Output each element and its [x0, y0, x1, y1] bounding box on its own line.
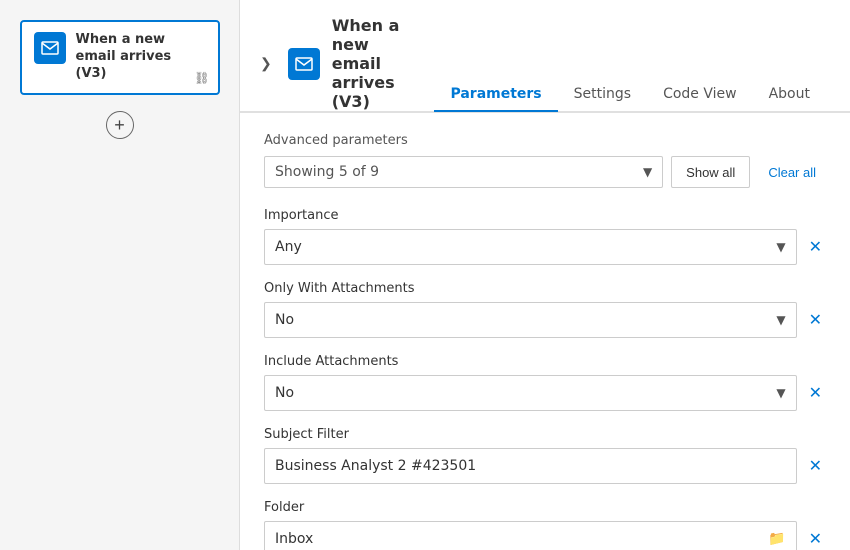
include-attachments-remove-button[interactable]: ✕: [805, 379, 826, 407]
subject-filter-label: Subject Filter: [264, 427, 826, 442]
importance-group: Importance Any ▼ ✕: [264, 208, 826, 265]
link-icon: ⛓: [194, 71, 209, 85]
panel-content: Advanced parameters Showing 5 of 9 ▼ Sho…: [240, 113, 850, 550]
chevron-down-icon: ▼: [643, 165, 652, 179]
showing-text: Showing 5 of 9: [275, 164, 379, 180]
folder-browse-icon: 📁: [768, 531, 785, 547]
folder-group: Folder Inbox 📁 ✕: [264, 500, 826, 550]
expand-button[interactable]: ❯: [256, 51, 276, 76]
show-all-button[interactable]: Show all: [671, 156, 750, 188]
subject-filter-input[interactable]: Business Analyst 2 #423501: [264, 448, 797, 484]
only-with-attachments-group: Only With Attachments No ▼ ✕: [264, 281, 826, 338]
only-with-attachments-row: No ▼ ✕: [264, 302, 826, 338]
subject-filter-group: Subject Filter Business Analyst 2 #42350…: [264, 427, 826, 484]
clear-all-button[interactable]: Clear all: [758, 156, 826, 188]
chevron-right-icon: ❯: [260, 55, 272, 72]
folder-value: Inbox: [275, 531, 313, 547]
tab-settings[interactable]: Settings: [558, 78, 647, 112]
only-with-attachments-value: No: [275, 312, 294, 328]
panel-header: ❯ When a new email arrives (V3) Paramete…: [240, 0, 850, 112]
only-with-attachments-label: Only With Attachments: [264, 281, 826, 296]
sidebar: When a new email arrives (V3) ⛓ +: [0, 0, 240, 550]
chevron-down-icon: ▼: [776, 386, 785, 400]
main-panel: ❯ When a new email arrives (V3) Paramete…: [240, 0, 850, 550]
include-attachments-label: Include Attachments: [264, 354, 826, 369]
include-attachments-row: No ▼ ✕: [264, 375, 826, 411]
importance-label: Importance: [264, 208, 826, 223]
chevron-down-icon: ▼: [776, 240, 785, 254]
tab-bar: Parameters Settings Code View About: [434, 78, 826, 111]
add-step-button[interactable]: +: [106, 111, 134, 139]
subject-filter-row: Business Analyst 2 #423501 ✕: [264, 448, 826, 484]
importance-dropdown[interactable]: Any ▼: [264, 229, 797, 265]
subject-filter-value: Business Analyst 2 #423501: [275, 458, 476, 474]
folder-remove-button[interactable]: ✕: [805, 525, 826, 550]
subject-filter-remove-button[interactable]: ✕: [805, 452, 826, 480]
tab-about[interactable]: About: [753, 78, 826, 112]
folder-label: Folder: [264, 500, 826, 515]
include-attachments-group: Include Attachments No ▼ ✕: [264, 354, 826, 411]
only-with-attachments-dropdown[interactable]: No ▼: [264, 302, 797, 338]
trigger-label: When a new email arrives (V3): [76, 32, 206, 83]
include-attachments-dropdown[interactable]: No ▼: [264, 375, 797, 411]
tab-codeview[interactable]: Code View: [647, 78, 753, 112]
trigger-card[interactable]: When a new email arrives (V3) ⛓: [20, 20, 220, 95]
header-icon: [288, 48, 320, 80]
panel-title: When a new email arrives (V3): [332, 16, 423, 111]
folder-input[interactable]: Inbox 📁: [264, 521, 797, 550]
advanced-params-row: Showing 5 of 9 ▼ Show all Clear all: [264, 156, 826, 188]
importance-row: Any ▼ ✕: [264, 229, 826, 265]
only-with-attachments-remove-button[interactable]: ✕: [805, 306, 826, 334]
importance-value: Any: [275, 239, 302, 255]
tab-parameters[interactable]: Parameters: [434, 78, 557, 112]
folder-row: Inbox 📁 ✕: [264, 521, 826, 550]
importance-remove-button[interactable]: ✕: [805, 233, 826, 261]
advanced-params-label: Advanced parameters: [264, 133, 826, 148]
include-attachments-value: No: [275, 385, 294, 401]
chevron-down-icon: ▼: [776, 313, 785, 327]
showing-dropdown[interactable]: Showing 5 of 9 ▼: [264, 156, 663, 188]
email-trigger-icon: [34, 32, 66, 64]
